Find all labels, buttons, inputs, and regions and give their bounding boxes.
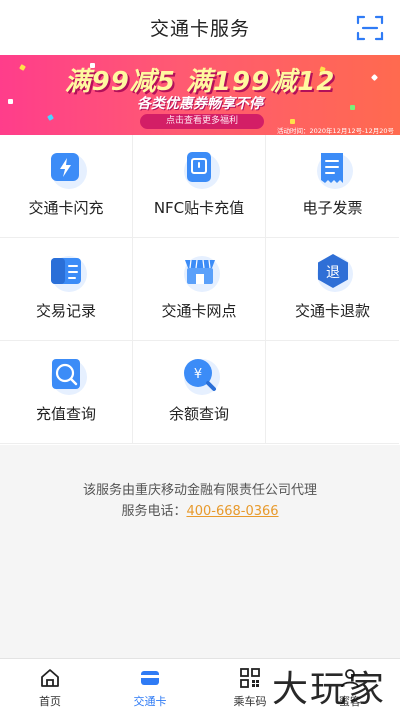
promo-banner[interactable]: 满99减5 满199减12 各类优惠券畅享不停 点击查看更多福利 活动时间：20… <box>0 55 400 135</box>
banner-subline: 各类优惠券畅享不停 <box>137 96 263 112</box>
tab-transit-card[interactable]: 交通卡 <box>100 659 200 711</box>
refund-icon: 退 <box>317 254 353 292</box>
tab-home[interactable]: 首页 <box>0 659 100 711</box>
bottom-tabbar: 首页 交通卡 乘车码 蜜客 <box>0 658 400 711</box>
transaction-record-icon <box>51 256 87 292</box>
user-icon <box>341 669 359 688</box>
service-flash-charge[interactable]: 交通卡闪充 <box>0 135 133 238</box>
balance-query-icon: ¥ <box>184 359 220 395</box>
service-label: 交通卡闪充 <box>28 199 104 217</box>
banner-time: 活动时间：2020年12月12号-12月20号 <box>277 127 394 135</box>
service-refund[interactable]: 退 交通卡退款 <box>266 238 399 341</box>
tab-label: 首页 <box>39 695 61 708</box>
service-outlets[interactable]: 交通卡网点 <box>133 238 266 341</box>
service-label: NFC贴卡充值 <box>153 199 245 217</box>
service-label: 电子发票 <box>302 199 363 217</box>
app-header: 交通卡服务 <box>0 0 400 55</box>
agency-text: 该服务由重庆移动金融有限责任公司代理 <box>82 483 317 498</box>
service-empty-slot <box>266 341 399 444</box>
banner-more-button[interactable]: 点击查看更多福利 <box>140 114 264 129</box>
recharge-query-icon <box>51 359 87 395</box>
service-label: 交通卡退款 <box>294 302 370 320</box>
service-recharge-query[interactable]: 充值查询 <box>0 341 133 444</box>
phone-label: 服务电话： <box>121 504 187 519</box>
page-title: 交通卡服务 <box>149 18 250 40</box>
tab-profile[interactable]: 蜜客 <box>300 659 400 711</box>
scan-icon[interactable] <box>356 14 384 42</box>
service-balance-query[interactable]: ¥ 余额查询 <box>133 341 266 444</box>
flash-charge-icon <box>51 153 87 189</box>
service-transactions[interactable]: 交易记录 <box>0 238 133 341</box>
phone-link[interactable]: 400-668-0366 <box>186 504 278 519</box>
tab-label: 交通卡 <box>133 695 167 708</box>
svg-text:¥: ¥ <box>194 367 202 382</box>
home-icon <box>41 669 59 687</box>
service-info: 该服务由重庆移动金融有限责任公司代理 服务电话：400-668-0366 <box>0 480 400 522</box>
service-label: 交通卡网点 <box>161 302 237 320</box>
card-icon <box>141 671 159 685</box>
service-outlet-icon <box>184 256 220 292</box>
service-label: 余额查询 <box>168 405 229 423</box>
service-label: 交易记录 <box>35 302 96 320</box>
tab-ride-code[interactable]: 乘车码 <box>200 659 300 711</box>
qr-code-icon <box>240 668 260 688</box>
svg-text:退: 退 <box>326 265 340 281</box>
service-label: 充值查询 <box>35 405 96 423</box>
service-nfc-recharge[interactable]: NFC贴卡充值 <box>133 135 266 238</box>
tab-label: 蜜客 <box>339 695 361 708</box>
service-grid: 交通卡闪充 NFC贴卡充值 电子发票 交易记录 交通卡网点 退 交通卡退款 充值… <box>0 135 400 445</box>
service-e-invoice[interactable]: 电子发票 <box>266 135 399 238</box>
tab-label: 乘车码 <box>233 695 267 708</box>
nfc-card-icon <box>184 152 220 189</box>
invoice-icon <box>317 153 353 189</box>
